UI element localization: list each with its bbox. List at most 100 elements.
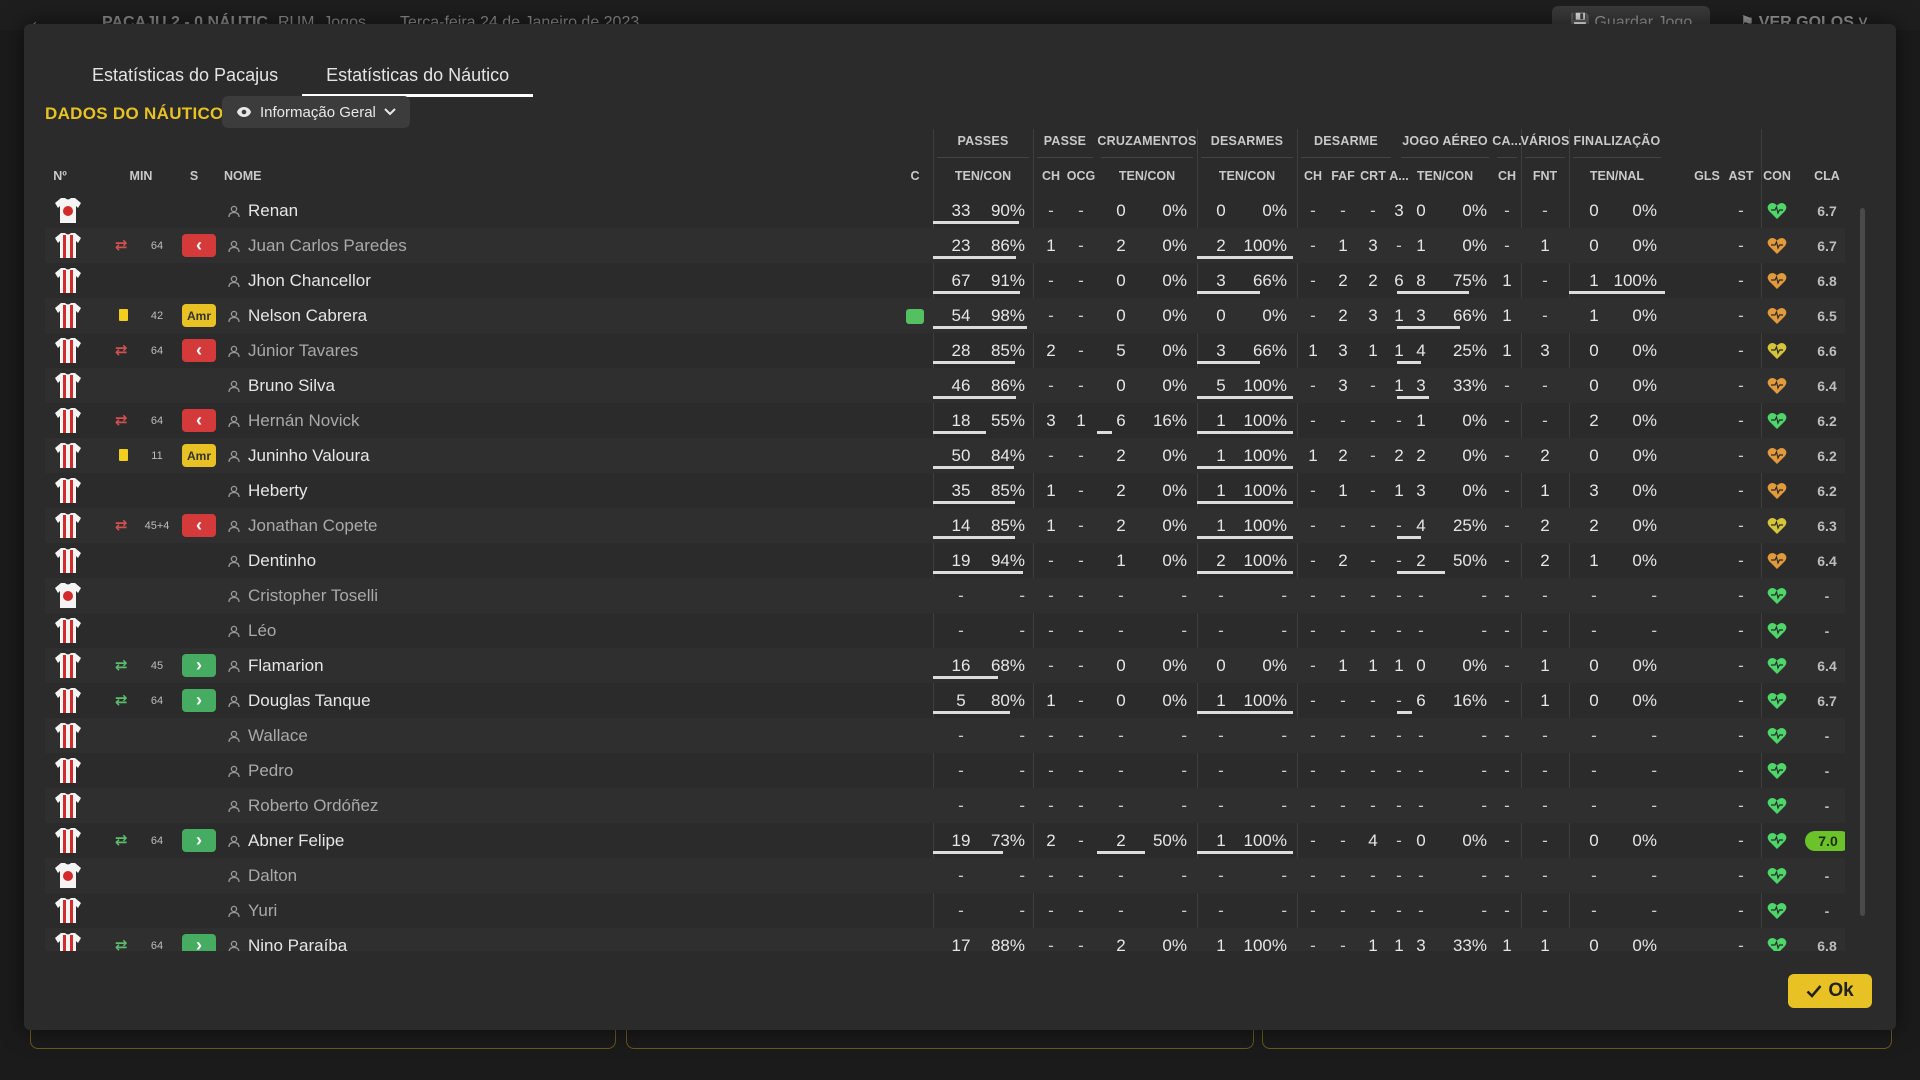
stat-d_ch: - — [1310, 935, 1316, 952]
table-row[interactable]: Wallace - - - - - - - - - - - - - - - - - - - - — [45, 718, 1845, 753]
condition-heart-icon — [1767, 937, 1787, 951]
stat-ast: - — [1738, 795, 1744, 815]
minutes: 64 — [150, 239, 164, 252]
table-row[interactable]: Renan 33 90% 0 0% 0 0% 0 0% 0 0% - - - - -3- - -6.7 — [45, 193, 1845, 228]
shirt-icon — [54, 232, 82, 259]
stat-ocg: - — [1078, 515, 1084, 535]
column-header-varios_fnt: FNT — [1532, 169, 1558, 183]
table-row[interactable]: Bruno Silva 46 86% 0 0% 5 100% 3 33% 0 0% - - -3-1- - -… — [45, 368, 1845, 403]
stat-crt: - — [1370, 200, 1376, 220]
stat-da: 1 — [1394, 375, 1404, 395]
stat-ast: - — [1738, 900, 1744, 920]
stat-ast: - — [1738, 550, 1744, 570]
stat-pch: 2 — [1046, 340, 1056, 360]
table-row[interactable]: ⇄ 64 › Douglas Tanque 5 80% 0 0% 1 100% 6 16% 0 0% 1- -… — [45, 683, 1845, 718]
stat-pch: - — [1048, 585, 1054, 605]
stat-faf: - — [1340, 585, 1346, 605]
passes-bar — [933, 361, 1015, 364]
stat-pch: 1 — [1046, 235, 1056, 255]
tackles-completion: - — [1281, 900, 1287, 920]
stat-gls — [1691, 263, 1723, 298]
table-row[interactable]: 42 Amr Nelson Cabrera 54 98% 0 0% 0 0% 3 66% 1 0% - - -… — [45, 298, 1845, 333]
player-name: Bruno Silva — [248, 375, 335, 395]
table-row[interactable]: ⇄ 64 ‹ Juan Carlos Paredes 23 86% 2 0% 2 100% 1 0% 0… — [45, 228, 1845, 263]
player-name: Nelson Cabrera — [248, 305, 368, 325]
person-icon — [228, 764, 240, 778]
view-dropdown-label: Informação Geral — [260, 103, 376, 121]
stat-pch: - — [1048, 620, 1054, 640]
shots-completion: 0% — [1632, 690, 1657, 710]
passes-completion: 88% — [990, 935, 1025, 952]
person-icon — [228, 414, 240, 428]
stat-da: - — [1396, 760, 1402, 780]
table-row[interactable]: ⇄ 64 ‹ Hernán Novick 18 55% 6 16% 1 100% 1 0% 2 0% 3 1-… — [45, 403, 1845, 438]
stat-ca: - — [1504, 620, 1510, 640]
table-row[interactable]: Dalton - - - - - - - - - - - - - - - - - - - - — [45, 858, 1845, 893]
aerial-completion: 0% — [1462, 410, 1487, 430]
stat-faf: 3 — [1338, 375, 1348, 395]
player-rating: 7.0 — [1805, 831, 1845, 851]
stat-faf: 1 — [1338, 235, 1348, 255]
view-dropdown[interactable]: Informação Geral — [222, 96, 410, 128]
vertical-scrollbar[interactable] — [1860, 208, 1865, 916]
aerial-completion: 0% — [1462, 235, 1487, 255]
stat-ast: - — [1738, 200, 1744, 220]
stat-ca: - — [1504, 900, 1510, 920]
table-row[interactable]: Jhon Chancellor 67 91% 0 0% 3 66% 8 75% 1 100% - - -2… — [45, 263, 1845, 298]
aerial-completion: - — [1481, 620, 1487, 640]
crosses-completion: 0% — [1162, 935, 1187, 952]
table-row[interactable]: Pedro - - - - - - - - - - - - - - - - - - - - — [45, 753, 1845, 788]
table-row[interactable]: ⇄ 45 › Flamarion 16 68% 0 0% 0 0% 0 0% 0 0% - - -1 1 1-1-6… — [45, 648, 1845, 683]
column-header-desarme_a: A... — [1389, 169, 1409, 183]
table-row[interactable]: Heberty 35 85% 2 0% 1 100% 3 0% 3 0% 1- -1-1-1-6.2 — [45, 473, 1845, 508]
tackles-bar — [1197, 291, 1260, 294]
player-rating: 6.5 — [1817, 308, 1837, 324]
table-row[interactable]: ⇄ 64 › Nino Paraíba 17 88% 2 0% 1 100% 3 33% 0 0% - - - -… — [45, 928, 1845, 951]
person-icon — [228, 589, 240, 603]
aerial-completion: 16% — [1452, 690, 1487, 710]
stat-faf: - — [1340, 725, 1346, 745]
stat-d_ch: 1 — [1308, 340, 1318, 360]
stat-ocg: - — [1078, 725, 1084, 745]
crosses-completion: 0% — [1162, 200, 1187, 220]
crosses-completion: 0% — [1162, 270, 1187, 290]
stat-da: - — [1396, 235, 1402, 255]
tackles-completion: - — [1281, 725, 1287, 745]
stat-ocg: - — [1078, 795, 1084, 815]
person-icon — [228, 519, 240, 533]
table-row[interactable]: 11 Amr Juninho Valoura 50 84% 2 0% 1 100% 2 0% 0 0% -… — [45, 438, 1845, 473]
group-header-cruz: CRUZAMENTOS — [1097, 134, 1197, 148]
stat-crt: 2 — [1368, 270, 1378, 290]
stat-d_ch: - — [1310, 410, 1316, 430]
stat-pch: - — [1048, 445, 1054, 465]
table-row[interactable]: Dentinho 19 94% 1 0% 2 100% 2 50% 1 0% - - -2- - -2-6.4 — [45, 543, 1845, 578]
stat-da: 6 — [1394, 270, 1404, 290]
stat-fnt: 1 — [1540, 655, 1550, 675]
tab-pacajus-stats[interactable]: Estatísticas do Pacajus — [68, 58, 302, 94]
table-row[interactable]: Roberto Ordóñez - - - - - - - - - - - - - - - - - - - - — [45, 788, 1845, 823]
player-rating: - — [1824, 798, 1830, 814]
stat-pch: - — [1048, 375, 1054, 395]
tackles-bar — [1197, 396, 1293, 399]
table-row[interactable]: Yuri - - - - - - - - - - - - - - - - - - - - — [45, 893, 1845, 928]
table-row[interactable]: ⇄ 64 › Abner Felipe 19 73% 2 50% 1 100% 0 0% 0 0% 2- - -… — [45, 823, 1845, 858]
tab-nautico-stats[interactable]: Estatísticas do Náutico — [302, 58, 534, 97]
table-row[interactable]: Léo - - - - - - - - - - - - - - - - - - - - — [45, 613, 1845, 648]
column-header-con: CON — [1763, 169, 1791, 183]
crosses-completion: 0% — [1162, 445, 1187, 465]
stat-fnt: 2 — [1540, 445, 1550, 465]
ok-button[interactable]: Ok — [1788, 974, 1872, 1008]
crosses-completion: 0% — [1162, 375, 1187, 395]
stat-ca: - — [1504, 515, 1510, 535]
table-row[interactable]: ⇄ 45+4 ‹ Jonathan Copete 14 85% 2 0% 1 100% 4 25% 2 0… — [45, 508, 1845, 543]
player-rating: 6.6 — [1817, 343, 1837, 359]
stat-crt: - — [1370, 865, 1376, 885]
stat-crt: - — [1370, 690, 1376, 710]
crosses-completion: 0% — [1162, 340, 1187, 360]
person-icon — [228, 309, 240, 323]
stat-d_ch: - — [1310, 375, 1316, 395]
stat-crt: 4 — [1368, 830, 1378, 850]
crosses-completion: 0% — [1162, 305, 1187, 325]
table-row[interactable]: ⇄ 64 ‹ Júnior Tavares 28 85% 5 0% 3 66% 4 25% 0 0% 2-1… — [45, 333, 1845, 368]
table-row[interactable]: Cristopher Toselli - - - - - - - - - - - - - - - - - - - - — [45, 578, 1845, 613]
